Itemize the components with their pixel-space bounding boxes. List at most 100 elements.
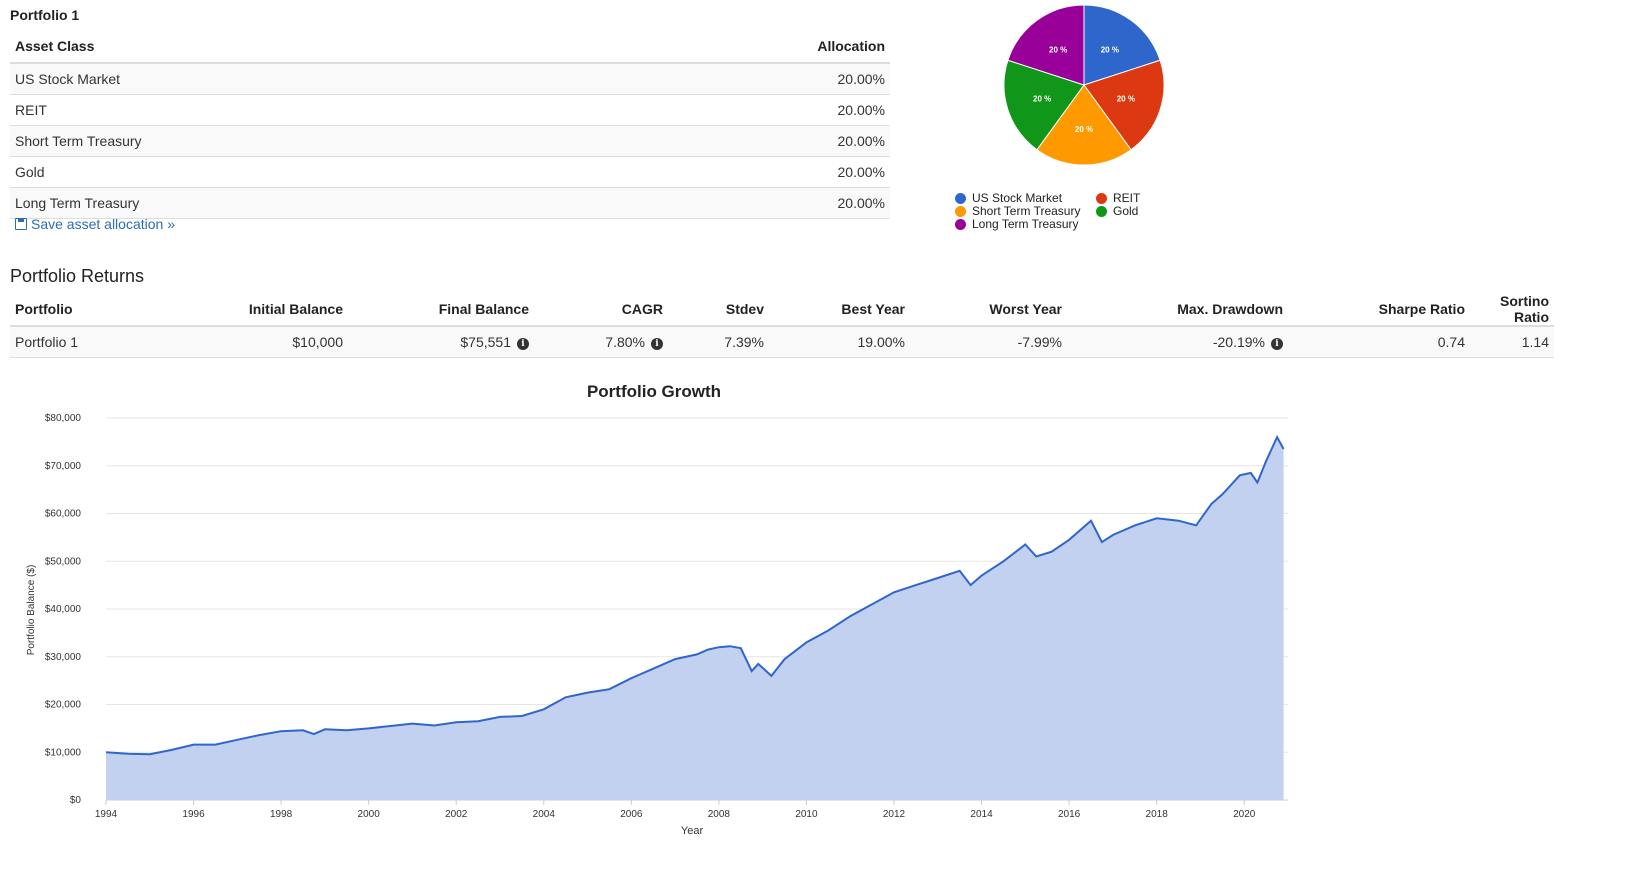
header-cagr: CAGR [534,293,668,327]
y-tick-label: $40,000 [45,604,82,615]
initial-balance-value: $10,000 [140,325,348,358]
legend-label: US Stock Market [972,191,1063,205]
legend-label: Long Term Treasury [972,217,1079,231]
y-tick-label: $80,000 [45,413,82,424]
table-row: Portfolio 1 $10,000 $75,551 i 7.80% i 7.39… [10,325,1554,358]
header-initial-balance: Initial Balance [140,293,348,327]
asset-name: Gold [10,156,571,188]
portfolio-name: Portfolio 1 [10,325,140,358]
portfolio-title: Portfolio 1 [10,7,80,23]
x-axis-label: Year [681,825,704,837]
table-row: Long Term Treasury 20.00% [10,187,890,219]
x-tick-label: 2012 [883,809,906,820]
asset-name: Short Term Treasury [10,125,571,157]
pie-slice-label: 20 % [1117,95,1135,104]
max-drawdown-value: -20.19% [1212,334,1265,350]
final-balance-cell: $75,551 i [348,325,534,358]
portfolio-returns-title: Portfolio Returns [10,266,145,286]
allocation-pie-chart: 20 % 20 % 20 % 20 % 20 % [1003,4,1165,166]
legend-dot [955,192,966,204]
x-tick-label: 2008 [708,809,731,820]
legend-dot [1096,192,1107,204]
asset-name: REIT [10,94,571,126]
asset-allocation: 20.00% [570,187,890,219]
best-year-value: 19.00% [769,325,910,358]
x-tick-label: 1998 [270,809,293,820]
x-tick-label: 1996 [182,809,205,820]
returns-table-wrap: Portfolio Initial Balance Final Balance … [10,293,1554,358]
cagr-cell: 7.80% i [534,325,668,358]
table-row: Short Term Treasury 20.00% [10,125,890,157]
pie-slice-label: 20 % [1049,45,1067,54]
asset-allocation: 20.00% [570,94,890,126]
header-final-balance: Final Balance [348,293,534,327]
header-sortino-ratio: Sortino Ratio [1470,293,1554,327]
table-row: REIT 20.00% [10,94,890,126]
y-tick-label: $10,000 [45,747,82,758]
x-tick-label: 2016 [1058,809,1081,820]
pie-slice-label: 20 % [1075,125,1093,134]
x-tick-label: 2006 [620,809,643,820]
legend-item-gold: Gold [1096,204,1138,218]
asset-allocation: 20.00% [570,62,890,95]
pie-slice-label: 20 % [1101,45,1119,54]
header-sharpe-ratio: Sharpe Ratio [1288,293,1470,327]
y-axis-label: Portfolio Balance ($) [26,565,37,656]
portfolio-growth-chart: Portfolio Growth $0 $10,000 $20,000 $30,000… [26,382,1288,837]
asset-allocation: 20.00% [570,125,890,157]
header-allocation: Allocation [570,30,890,64]
header-portfolio: Portfolio [10,293,140,327]
x-tick-label: 2018 [1146,809,1169,820]
legend-item-short-term-treasury: Short Term Treasury [955,204,1080,218]
chart-title: Portfolio Growth [587,382,721,401]
y-tick-label: $60,000 [45,509,82,520]
asset-name: Long Term Treasury [10,187,571,219]
legend-item-us-stock-market: US Stock Market [955,191,1062,205]
header-worst-year: Worst Year [910,293,1067,327]
floppy-disk-icon [15,218,27,230]
asset-allocation: 20.00% [570,156,890,188]
table-row: US Stock Market 20.00% [10,62,890,95]
balance-area [106,437,1284,800]
legend-label: REIT [1113,191,1141,205]
legend-dot [1096,205,1107,217]
save-link-label: Save asset allocation » [31,216,175,232]
info-circle-icon[interactable]: i [517,338,529,350]
worst-year-value: -7.99% [910,325,1067,358]
y-tick-label: $50,000 [45,556,82,567]
final-balance-value: $75,551 [460,334,511,350]
x-tick-label: 2020 [1233,809,1256,820]
cagr-value: 7.80% [605,334,645,350]
allocation-table-wrap: Asset Class Allocation US Stock Market 2… [10,30,890,219]
y-tick-label: $0 [70,795,82,806]
info-circle-icon[interactable]: i [1271,338,1283,350]
pie-slice-label: 20 % [1033,95,1051,104]
table-row: Gold 20.00% [10,156,890,188]
y-tick-label: $30,000 [45,652,82,663]
header-best-year: Best Year [769,293,910,327]
returns-table: Portfolio Initial Balance Final Balance … [10,293,1554,358]
x-tick-label: 1994 [95,809,118,820]
legend-label: Short Term Treasury [972,204,1081,218]
save-asset-allocation-link[interactable]: Save asset allocation » [15,216,175,232]
header-stdev: Stdev [668,293,769,327]
stdev-value: 7.39% [668,325,769,358]
asset-name: US Stock Market [10,62,571,95]
x-tick-label: 2010 [795,809,818,820]
sharpe-ratio-value: 0.74 [1288,325,1470,358]
y-tick-label: $20,000 [45,700,82,711]
legend-dot [955,205,966,217]
x-tick-label: 2002 [445,809,468,820]
legend-label: Gold [1113,204,1139,218]
x-tick-label: 2000 [358,809,381,820]
x-tick-label: 2004 [533,809,556,820]
allocation-table: Asset Class Allocation US Stock Market 2… [10,30,890,219]
x-tick-label: 2014 [970,809,993,820]
header-asset-class: Asset Class [10,30,571,64]
info-circle-icon[interactable]: i [651,338,663,350]
legend-item-long-term-treasury: Long Term Treasury [955,217,1079,231]
sortino-ratio-value: 1.14 [1470,325,1554,358]
legend-item-reit: REIT [1096,191,1140,205]
header-max-drawdown: Max. Drawdown [1067,293,1288,327]
y-tick-label: $70,000 [45,461,82,472]
